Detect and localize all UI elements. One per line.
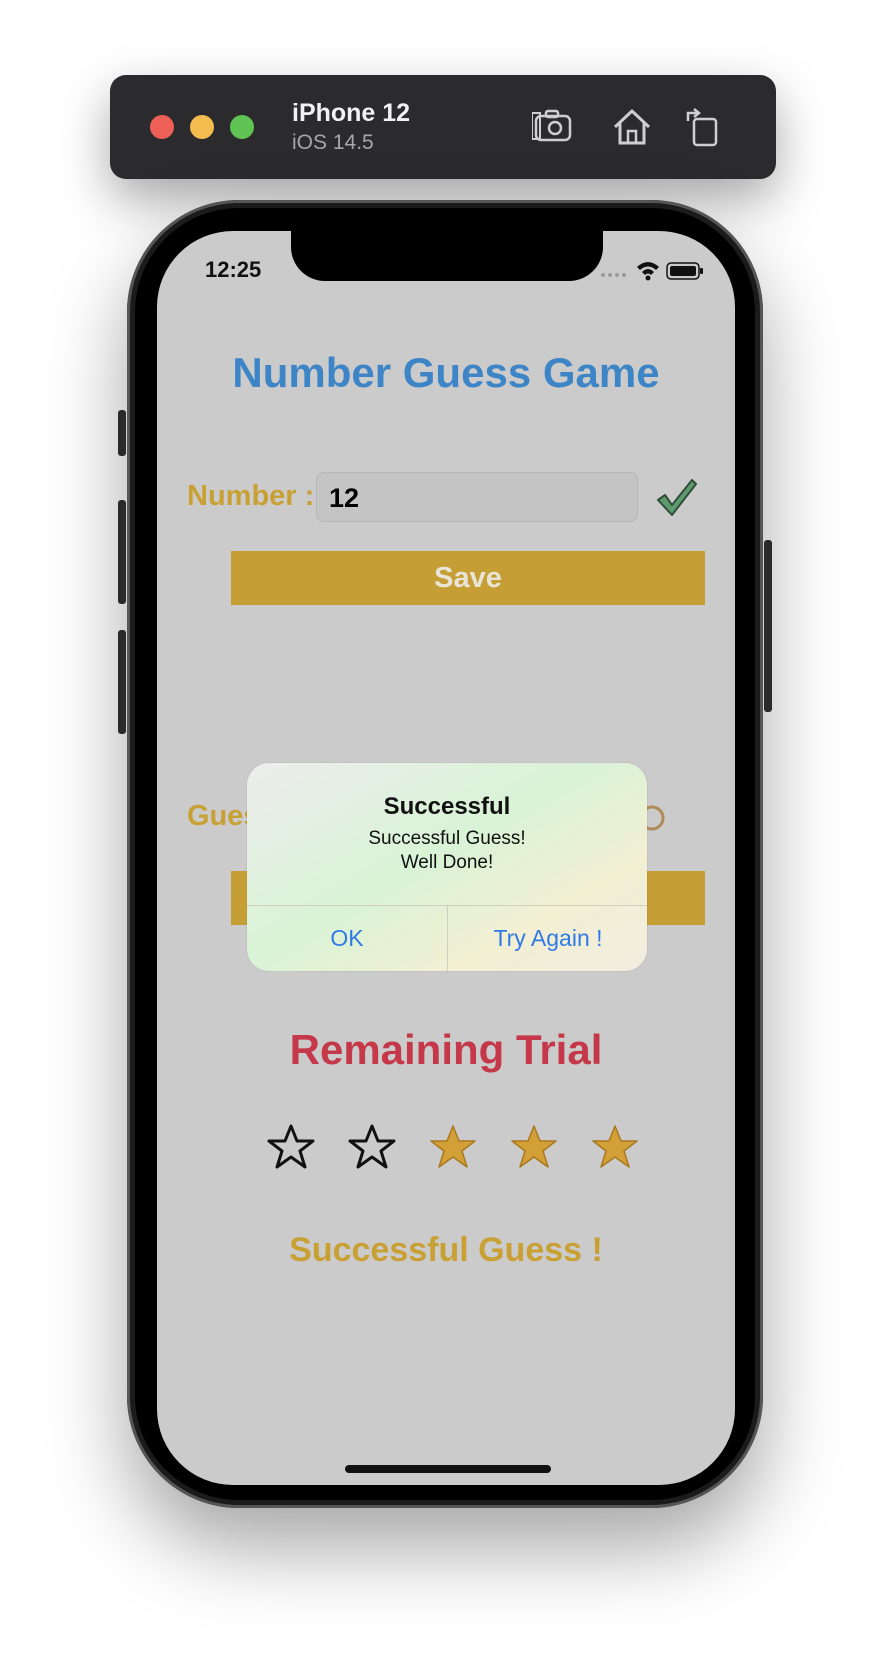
- device-name: iPhone 12: [292, 99, 411, 127]
- result-message: Successful Guess !: [289, 1231, 603, 1269]
- filled-star-icon: [430, 1125, 476, 1168]
- battery-icon: [666, 262, 703, 280]
- checkmark-icon: [657, 479, 697, 516]
- try-again-button[interactable]: Try Again !: [448, 906, 647, 971]
- phone-screen: 12:25 Number Guess Game Number : 12 Save…: [157, 231, 735, 1485]
- notch: [291, 231, 603, 281]
- alert-message: Successful Guess! Well Done!: [247, 827, 647, 875]
- empty-star-icon: [348, 1124, 396, 1169]
- minimize-window-button[interactable]: [190, 115, 214, 139]
- status-icons: [601, 262, 703, 281]
- remaining-trial-title: Remaining Trial: [289, 1026, 603, 1073]
- volume-down-button: [118, 630, 126, 734]
- alert-message-line2: Well Done!: [400, 852, 494, 873]
- number-label: Number :: [187, 480, 315, 512]
- simulator-title-bar: iPhone 12 iOS 14.5: [110, 75, 776, 179]
- screenshot-icon[interactable]: [532, 105, 576, 149]
- wifi-icon: [637, 262, 659, 281]
- zoom-window-button[interactable]: [230, 115, 254, 139]
- app-title: Number Guess Game: [232, 349, 660, 396]
- power-button: [764, 540, 772, 712]
- alert-message-line1: Successful Guess!: [368, 828, 526, 849]
- filled-star-icon: [592, 1125, 638, 1168]
- ok-button[interactable]: OK: [247, 906, 447, 971]
- mute-switch: [118, 410, 126, 456]
- close-window-button[interactable]: [150, 115, 174, 139]
- alert-title: Successful: [383, 793, 511, 820]
- signal-icon: [601, 273, 626, 277]
- filled-star-icon: [511, 1125, 557, 1168]
- home-icon[interactable]: [610, 105, 654, 149]
- home-indicator[interactable]: [345, 1465, 551, 1473]
- success-alert: Successful Successful Guess! Well Done! …: [247, 763, 647, 971]
- save-button[interactable]: Save: [231, 551, 705, 605]
- rotate-icon[interactable]: [682, 105, 726, 149]
- trial-stars: [267, 1123, 647, 1175]
- empty-star-icon: [267, 1124, 315, 1169]
- status-time: 12:25: [205, 257, 262, 282]
- os-version: iOS 14.5: [292, 131, 374, 154]
- volume-up-button: [118, 500, 126, 604]
- number-input[interactable]: 12: [316, 472, 638, 522]
